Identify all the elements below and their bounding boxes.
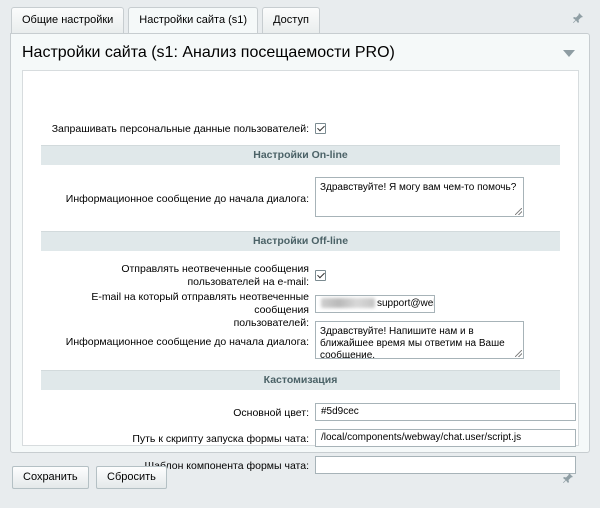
section-offline-header: Настройки Off-line	[41, 231, 560, 251]
ask-personal-checkbox[interactable]	[315, 123, 326, 134]
collapse-triangle-icon[interactable]	[563, 50, 575, 57]
settings-panel: Настройки сайта (s1: Анализ посещаемости…	[10, 33, 590, 474]
tab-access[interactable]: Доступ	[262, 7, 320, 33]
redacted-text	[321, 298, 375, 309]
email-input[interactable]: support@webw	[315, 295, 435, 313]
save-button[interactable]: Сохранить	[12, 466, 89, 489]
email-label: E-mail на который отправлять неотвеченны…	[39, 291, 309, 330]
form-footer: Сохранить Сбросить	[10, 459, 590, 499]
pin-icon[interactable]	[562, 472, 574, 484]
email-label-line2: пользователей:	[233, 317, 309, 329]
offline-message-text: Здравствуйте! Напишите нам и в ближайшее…	[320, 326, 505, 359]
send-unanswered-label-line1: Отправлять неотвеченные сообщения	[121, 263, 309, 275]
offline-message-label: Информационное сообщение до начала диало…	[65, 336, 309, 348]
send-unanswered-label: Отправлять неотвеченные сообщения пользо…	[39, 263, 309, 289]
tab-bar: Общие настройки Настройки сайта (s1) Дос…	[11, 7, 324, 34]
online-message-label: Информационное сообщение до начала диало…	[65, 193, 309, 205]
section-customization-header: Кастомизация	[41, 370, 560, 390]
online-message-text: Здравствуйте! Я могу вам чем-то помочь?	[320, 182, 517, 193]
offline-message-textarea[interactable]: Здравствуйте! Напишите нам и в ближайшее…	[315, 321, 524, 359]
script-path-input[interactable]: /local/components/webway/chat.user/scrip…	[315, 429, 576, 447]
tab-site-settings[interactable]: Настройки сайта (s1)	[128, 7, 259, 34]
send-unanswered-checkbox[interactable]	[315, 270, 326, 281]
script-path-label: Путь к скрипту запуска формы чата:	[132, 433, 309, 445]
ask-personal-label: Запрашивать персональные данные пользова…	[51, 123, 309, 135]
section-online-header: Настройки On-line	[41, 145, 560, 165]
online-message-textarea[interactable]: Здравствуйте! Я могу вам чем-то помочь?	[315, 177, 524, 217]
color-label: Основной цвет:	[233, 407, 309, 419]
pin-icon[interactable]	[572, 12, 584, 24]
color-input[interactable]: #5d9cec	[315, 403, 576, 421]
email-visible-text: support@webw	[377, 298, 434, 309]
resize-grip-icon[interactable]	[515, 350, 522, 357]
email-label-line1: E-mail на который отправлять неотвеченны…	[91, 291, 309, 316]
settings-form: Запрашивать персональные данные пользова…	[22, 70, 579, 474]
resize-grip-icon[interactable]	[515, 208, 522, 215]
reset-button[interactable]: Сбросить	[96, 466, 167, 489]
send-unanswered-label-line2: пользователей на e-mail:	[187, 276, 310, 288]
page-title: Настройки сайта (s1: Анализ посещаемости…	[22, 44, 395, 61]
tab-general-settings[interactable]: Общие настройки	[11, 7, 125, 33]
